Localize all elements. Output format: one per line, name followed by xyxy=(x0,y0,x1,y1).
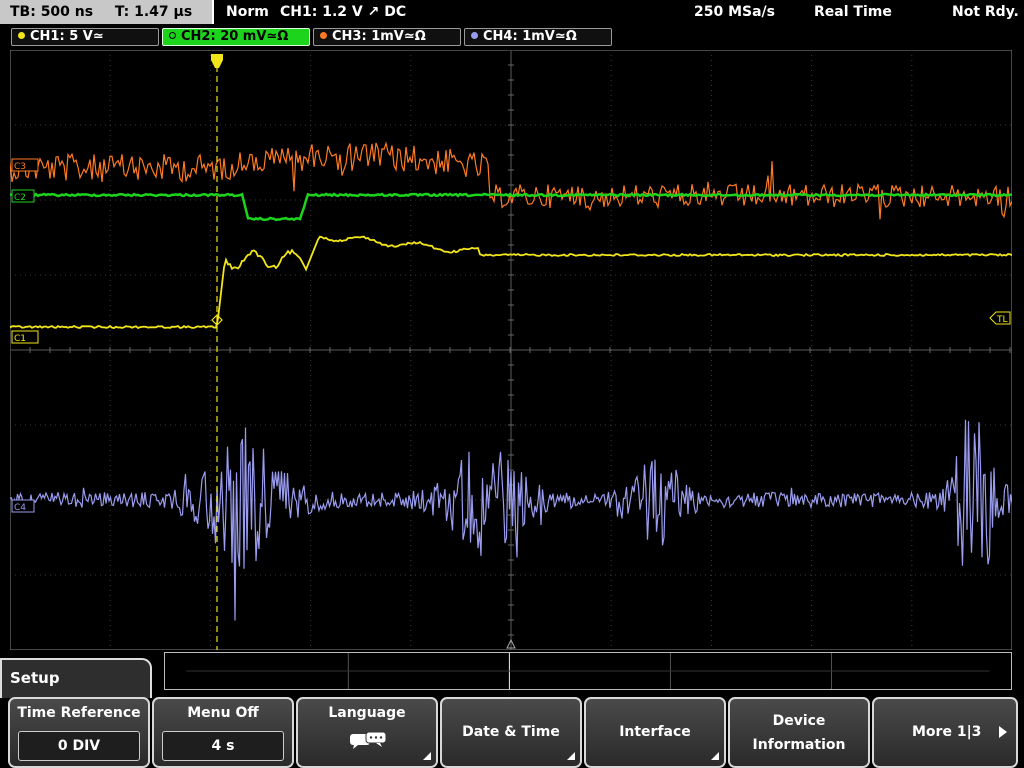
menu-off-value: 4 s xyxy=(162,731,284,761)
svg-text:TL: TL xyxy=(996,315,1008,325)
interface-label: Interface xyxy=(619,724,691,740)
date-time-button[interactable]: Date & Time xyxy=(440,697,582,768)
menu-off-button[interactable]: Menu Off 4 s xyxy=(152,697,294,768)
ch3-ground-marker[interactable]: C3 xyxy=(11,158,39,172)
ch3-label: CH3: 1mV≃Ω xyxy=(332,29,426,44)
acquisition-mode[interactable]: Real Time xyxy=(814,0,892,24)
timebase-readout[interactable]: TB: 500 ns T: 1.47 µs xyxy=(0,0,214,24)
device-information-button[interactable]: Device Information xyxy=(728,697,870,768)
submenu-indicator-icon xyxy=(711,752,719,760)
ch1-color-dot-icon xyxy=(18,32,25,39)
ch4-label: CH4: 1mV≃Ω xyxy=(483,29,577,44)
language-label: Language xyxy=(328,705,406,721)
speech-bubble-icon xyxy=(350,731,387,749)
channel-tab-ch1[interactable]: CH1: 5 V≃ xyxy=(11,28,159,46)
svg-text:C3: C3 xyxy=(14,162,26,172)
channel-tab-ch2[interactable]: CH2: 20 mV≃Ω xyxy=(162,28,310,46)
svg-text:C4: C4 xyxy=(14,503,26,513)
channel-tab-ch4[interactable]: CH4: 1mV≃Ω xyxy=(464,28,612,46)
waveform-display[interactable]: C3 C2 C1 C4 TL xyxy=(10,50,1012,650)
submenu-indicator-icon xyxy=(567,752,575,760)
device-information-label-line1: Device xyxy=(772,713,826,729)
more-button[interactable]: More 1|3 xyxy=(872,697,1018,768)
ch1-label: CH1: 5 V≃ xyxy=(30,29,104,44)
ch4-ground-marker[interactable]: C4 xyxy=(11,499,35,513)
arrow-right-icon xyxy=(999,726,1007,738)
language-button[interactable]: Language xyxy=(296,697,438,768)
svg-text:C1: C1 xyxy=(14,334,26,344)
trigger-time-value: T: 1.47 µs xyxy=(114,4,193,20)
menu-off-label: Menu Off xyxy=(187,705,259,721)
acquisition-status: Not Rdy. xyxy=(952,4,1019,20)
ch2-ground-marker[interactable]: C2 xyxy=(11,189,35,203)
sample-rate: 250 MSa/s xyxy=(694,4,776,20)
submenu-indicator-icon xyxy=(423,752,431,760)
interface-button[interactable]: Interface xyxy=(584,697,726,768)
setup-menu-title: Setup xyxy=(0,658,152,698)
ch4-color-dot-icon xyxy=(471,32,478,39)
date-time-label: Date & Time xyxy=(462,724,560,740)
ch2-label: CH2: 20 mV≃Ω xyxy=(181,29,289,44)
waveform-overview-strip[interactable] xyxy=(164,652,1012,690)
status-bar: TB: 500 ns T: 1.47 µs Norm CH1: 1.2 V ↗ … xyxy=(0,0,1024,24)
svg-text:C2: C2 xyxy=(14,193,26,203)
trigger-mode[interactable]: Norm xyxy=(226,0,269,24)
more-label: More 1|3 xyxy=(912,724,982,740)
timebase-value: TB: 500 ns xyxy=(10,4,94,20)
channel-tab-ch3[interactable]: CH3: 1mV≃Ω xyxy=(313,28,461,46)
ch1-ground-marker[interactable]: C1 xyxy=(11,330,39,344)
trigger-info[interactable]: CH1: 1.2 V ↗ DC xyxy=(280,0,406,24)
time-reference-button[interactable]: Time Reference 0 DIV xyxy=(8,697,150,768)
ch3-color-dot-icon xyxy=(320,32,327,39)
device-information-label-line2: Information xyxy=(752,737,846,753)
time-reference-label: Time Reference xyxy=(17,705,141,721)
ch2-color-dot-icon xyxy=(169,32,176,39)
time-reference-value: 0 DIV xyxy=(18,731,140,761)
